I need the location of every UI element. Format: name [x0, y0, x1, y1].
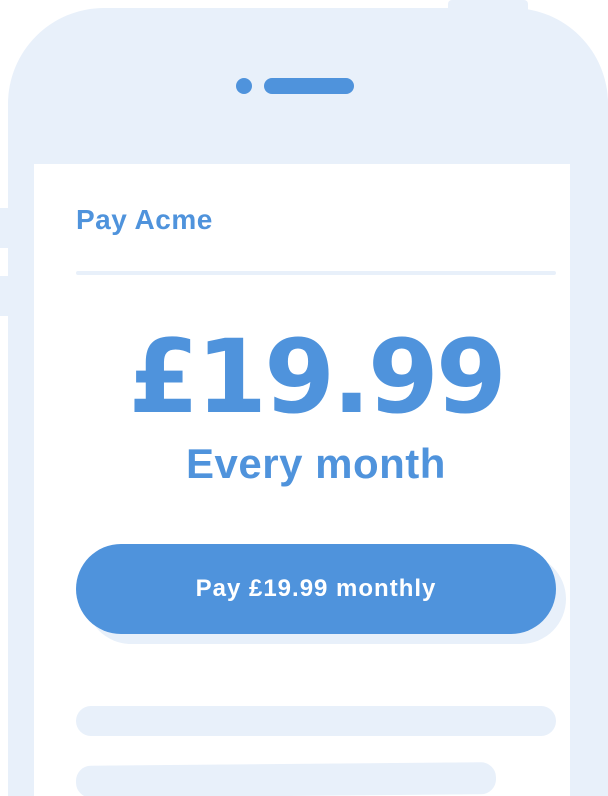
phone-frame: Pay Acme £19.99 Every month Pay £19.99 m… [8, 8, 608, 796]
pay-button[interactable]: Pay £19.99 monthly [76, 544, 556, 634]
placeholder-line [76, 706, 556, 736]
billing-period: Every month [186, 440, 446, 487]
placeholder-line [75, 762, 497, 796]
header-divider [76, 271, 556, 275]
camera-dot [236, 78, 252, 94]
price-amount: £19.99 [128, 318, 507, 437]
payment-illustration: Pay Acme £19.99 Every month Pay £19.99 m… [0, 0, 608, 796]
speaker-grille [264, 78, 354, 94]
merchant-title: Pay Acme [76, 204, 213, 235]
phone-screen: Pay Acme £19.99 Every month Pay £19.99 m… [34, 164, 570, 796]
